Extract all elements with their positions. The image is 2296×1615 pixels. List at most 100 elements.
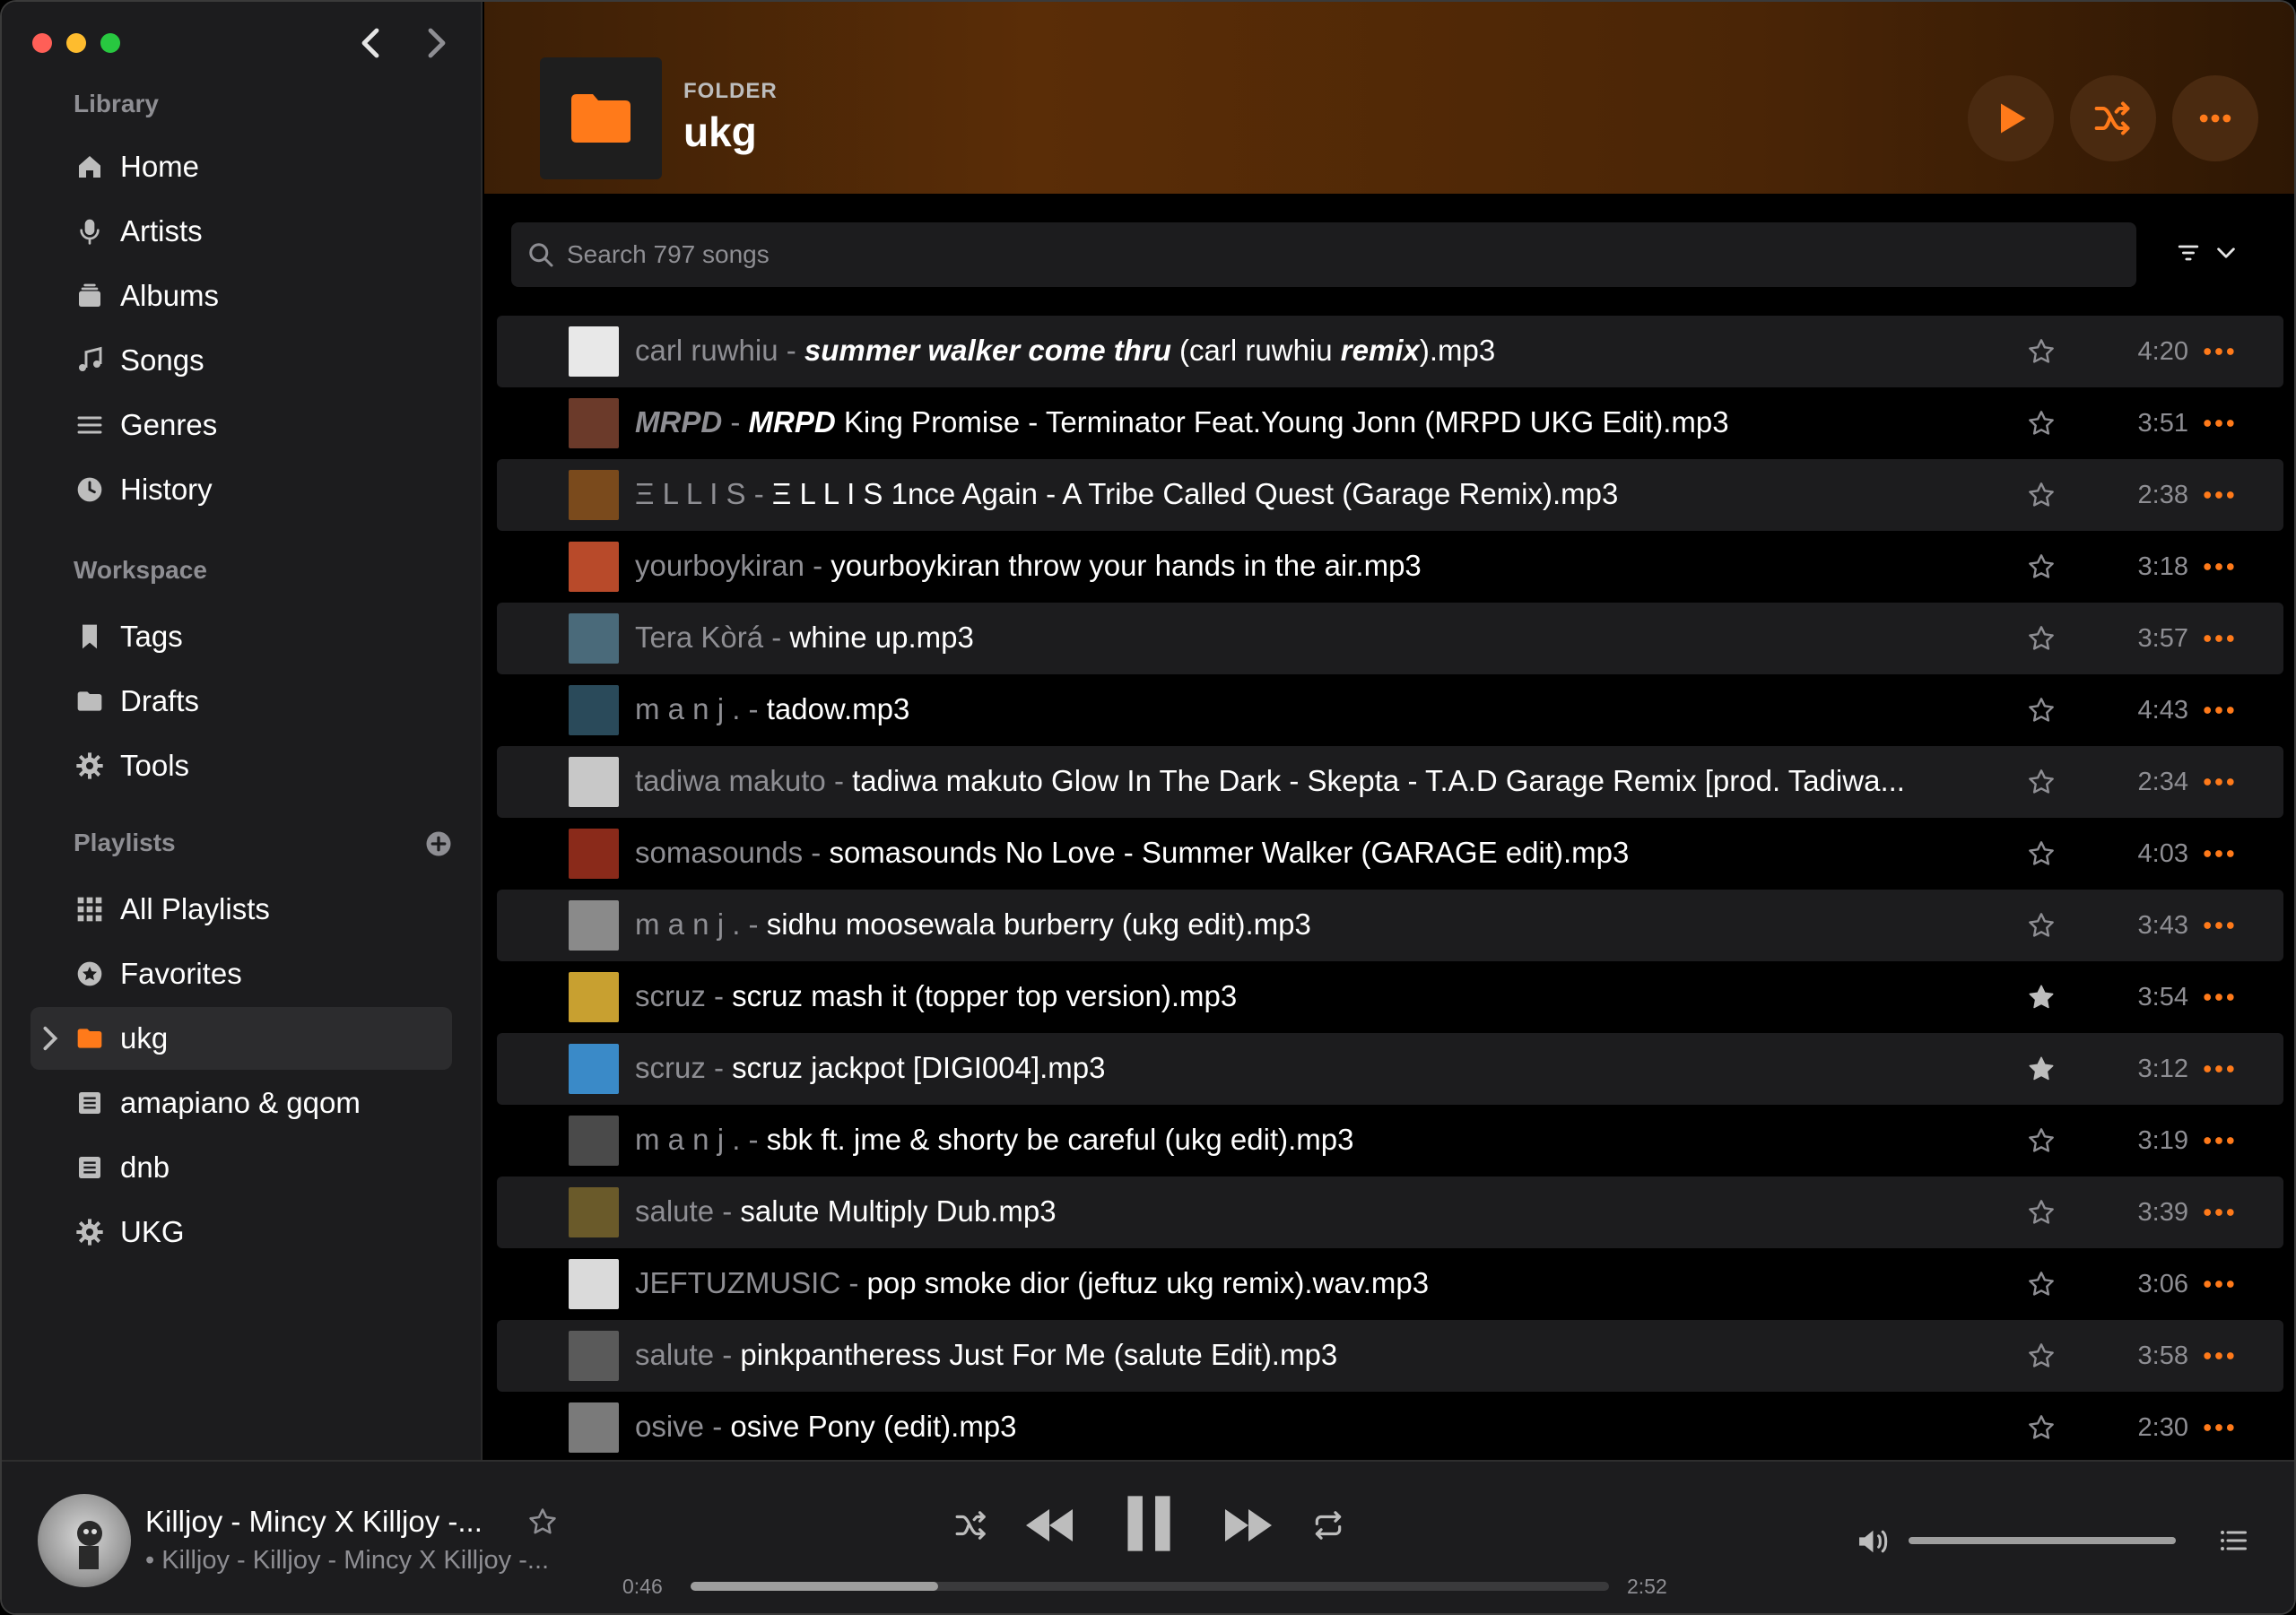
star-filled-icon[interactable] bbox=[2027, 1055, 2056, 1083]
minimize-window-button[interactable] bbox=[66, 33, 86, 53]
song-row[interactable]: JEFTUZMUSIC - pop smoke dior (jeftuz ukg… bbox=[497, 1248, 2283, 1320]
ellipsis-icon[interactable] bbox=[2201, 1198, 2237, 1227]
song-row[interactable]: Tera Kòrá - whine up.mp3 3:57 bbox=[497, 603, 2283, 674]
star-icon[interactable] bbox=[2027, 1126, 2056, 1155]
sidebar-item-tools[interactable]: Tools bbox=[30, 734, 452, 797]
song-row[interactable]: m a n j . - sidhu moosewala burberry (uk… bbox=[497, 890, 2283, 961]
song-row[interactable]: m a n j . - tadow.mp3 4:43 bbox=[497, 674, 2283, 746]
sort-filter-button[interactable] bbox=[2176, 240, 2239, 265]
repeat-icon[interactable] bbox=[1311, 1508, 1345, 1542]
star-icon[interactable] bbox=[2027, 481, 2056, 509]
star-icon[interactable] bbox=[2027, 624, 2056, 653]
close-window-button[interactable] bbox=[32, 33, 52, 53]
ellipsis-icon[interactable] bbox=[2201, 624, 2237, 653]
ellipsis-icon[interactable] bbox=[2201, 337, 2237, 366]
ellipsis-icon[interactable] bbox=[2201, 839, 2237, 868]
song-artist[interactable]: m a n j . bbox=[635, 692, 740, 725]
ellipsis-icon[interactable] bbox=[2201, 1270, 2237, 1298]
star-icon[interactable] bbox=[2027, 1270, 2056, 1298]
star-icon[interactable] bbox=[2027, 1341, 2056, 1370]
song-artist[interactable]: JEFTUZMUSIC bbox=[635, 1266, 840, 1299]
sidebar-item-ukg[interactable]: UKG bbox=[30, 1201, 452, 1263]
sidebar-item-history[interactable]: History bbox=[30, 458, 452, 521]
song-artist[interactable]: MRPD bbox=[635, 405, 722, 438]
star-icon[interactable] bbox=[2027, 911, 2056, 940]
more-options-button[interactable] bbox=[2172, 75, 2258, 161]
pause-icon[interactable] bbox=[1123, 1494, 1175, 1553]
ellipsis-icon[interactable] bbox=[2201, 409, 2237, 438]
ellipsis-icon[interactable] bbox=[2201, 481, 2237, 509]
ellipsis-icon[interactable] bbox=[2201, 552, 2237, 581]
song-row[interactable]: carl ruwhiu - summer walker come thru (c… bbox=[497, 316, 2283, 387]
play-all-button[interactable] bbox=[1968, 75, 2054, 161]
song-row[interactable]: Ξ L L I S - Ξ L L I S 1nce Again - A Tri… bbox=[497, 459, 2283, 531]
search-input[interactable] bbox=[567, 240, 2092, 269]
ellipsis-icon[interactable] bbox=[2201, 983, 2237, 1012]
song-artist[interactable]: salute bbox=[635, 1194, 714, 1228]
now-playing-artwork[interactable] bbox=[38, 1494, 131, 1587]
song-artist[interactable]: scruz bbox=[635, 1051, 706, 1084]
song-artist[interactable]: carl ruwhiu bbox=[635, 334, 778, 367]
song-artist[interactable]: scruz bbox=[635, 979, 706, 1012]
now-playing-title[interactable]: Killjoy - Mincy X Killjoy -... bbox=[145, 1505, 483, 1539]
song-artist[interactable]: somasounds bbox=[635, 836, 803, 869]
song-artist[interactable]: tadiwa makuto bbox=[635, 764, 826, 797]
song-row[interactable]: MRPD - MRPD King Promise - Terminator Fe… bbox=[497, 387, 2283, 459]
song-row[interactable]: salute - salute Multiply Dub.mp3 3:39 bbox=[497, 1177, 2283, 1248]
shuffle-all-button[interactable] bbox=[2070, 75, 2156, 161]
song-row[interactable]: tadiwa makuto - tadiwa makuto Glow In Th… bbox=[497, 746, 2283, 818]
song-row[interactable]: osive - osive Pony (edit).mp3 2:30 bbox=[497, 1392, 2283, 1460]
song-row[interactable]: salute - pinkpantheress Just For Me (sal… bbox=[497, 1320, 2283, 1392]
sidebar-item-albums[interactable]: Albums bbox=[30, 265, 452, 327]
star-filled-icon[interactable] bbox=[2027, 983, 2056, 1012]
ellipsis-icon[interactable] bbox=[2201, 911, 2237, 940]
song-artist[interactable]: m a n j . bbox=[635, 907, 740, 941]
forward-arrow-icon[interactable] bbox=[422, 25, 450, 61]
queue-list-icon[interactable] bbox=[2217, 1524, 2249, 1557]
next-track-icon[interactable] bbox=[1222, 1505, 1275, 1546]
sidebar-item-ukg[interactable]: ukg bbox=[30, 1007, 452, 1070]
song-artist[interactable]: Ξ L L I S bbox=[635, 477, 746, 510]
zoom-window-button[interactable] bbox=[100, 33, 120, 53]
song-row[interactable]: scruz - scruz mash it (topper top versio… bbox=[497, 961, 2283, 1033]
song-artist[interactable]: osive bbox=[635, 1410, 704, 1443]
song-artist[interactable]: m a n j . bbox=[635, 1123, 740, 1156]
sidebar-item-tags[interactable]: Tags bbox=[30, 605, 452, 668]
ellipsis-icon[interactable] bbox=[2201, 1055, 2237, 1083]
sidebar-item-home[interactable]: Home bbox=[30, 135, 452, 198]
playback-progress-bar[interactable] bbox=[691, 1582, 1609, 1591]
star-icon[interactable] bbox=[2027, 337, 2056, 366]
star-icon[interactable] bbox=[2027, 768, 2056, 796]
sidebar-item-favorites[interactable]: Favorites bbox=[30, 942, 452, 1005]
sidebar-item-dnb[interactable]: dnb bbox=[30, 1136, 452, 1199]
sidebar-item-all-playlists[interactable]: All Playlists bbox=[30, 878, 452, 941]
star-icon[interactable] bbox=[2027, 1413, 2056, 1442]
volume-icon[interactable] bbox=[1857, 1526, 1892, 1557]
song-row[interactable]: m a n j . - sbk ft. jme & shorty be care… bbox=[497, 1105, 2283, 1177]
song-row[interactable]: scruz - scruz jackpot [DIGI004].mp3 3:12 bbox=[497, 1033, 2283, 1105]
chevron-right-icon[interactable] bbox=[41, 1025, 59, 1052]
add-playlist-icon[interactable] bbox=[425, 830, 452, 857]
star-icon[interactable] bbox=[2027, 409, 2056, 438]
ellipsis-icon[interactable] bbox=[2201, 1341, 2237, 1370]
star-icon[interactable] bbox=[2027, 839, 2056, 868]
volume-slider[interactable] bbox=[1909, 1537, 2176, 1544]
ellipsis-icon[interactable] bbox=[2201, 1413, 2237, 1442]
ellipsis-icon[interactable] bbox=[2201, 1126, 2237, 1155]
now-playing-subtitle[interactable]: • Killjoy - Killjoy - Mincy X Killjoy -.… bbox=[145, 1546, 549, 1576]
favorite-star-icon[interactable] bbox=[527, 1506, 558, 1537]
sidebar-item-artists[interactable]: Artists bbox=[30, 200, 452, 263]
previous-track-icon[interactable] bbox=[1022, 1505, 1076, 1546]
song-artist[interactable]: Tera Kòrá bbox=[635, 621, 763, 654]
ellipsis-icon[interactable] bbox=[2201, 768, 2237, 796]
sidebar-item-amapiano-gqom[interactable]: amapiano & gqom bbox=[30, 1072, 452, 1134]
song-row[interactable]: yourboykiran - yourboykiran throw your h… bbox=[497, 531, 2283, 603]
sidebar-item-songs[interactable]: Songs bbox=[30, 329, 452, 392]
back-arrow-icon[interactable] bbox=[357, 25, 386, 61]
star-icon[interactable] bbox=[2027, 696, 2056, 725]
star-icon[interactable] bbox=[2027, 552, 2056, 581]
song-artist[interactable]: yourboykiran bbox=[635, 549, 804, 582]
sidebar-item-drafts[interactable]: Drafts bbox=[30, 670, 452, 733]
ellipsis-icon[interactable] bbox=[2201, 696, 2237, 725]
song-row[interactable]: somasounds - somasounds No Love - Summer… bbox=[497, 818, 2283, 890]
